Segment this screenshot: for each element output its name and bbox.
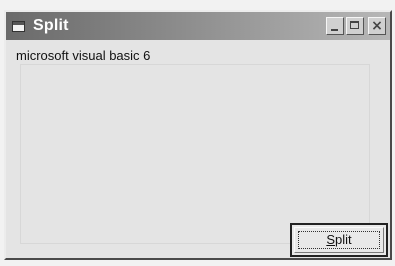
maximize-button[interactable]: [346, 17, 364, 35]
split-button-label: Split: [326, 232, 351, 247]
close-icon: ×: [371, 18, 383, 34]
close-button[interactable]: ×: [368, 17, 386, 35]
split-button-label-rest: plit: [335, 232, 352, 247]
title-bar[interactable]: Split ×: [6, 12, 390, 40]
window-title: Split: [33, 17, 69, 34]
window-controls: ×: [326, 17, 386, 35]
split-button[interactable]: Split: [290, 223, 388, 257]
minimize-icon: [331, 29, 338, 31]
form-label: microsoft visual basic 6: [16, 48, 151, 63]
form-inner-frame: [20, 64, 370, 244]
maximize-icon: [350, 21, 359, 29]
split-button-accelerator: S: [326, 232, 336, 247]
split-window: Split × microsoft visual basic 6 Split: [4, 10, 392, 260]
window-icon[interactable]: [12, 20, 25, 32]
minimize-button[interactable]: [326, 17, 344, 35]
